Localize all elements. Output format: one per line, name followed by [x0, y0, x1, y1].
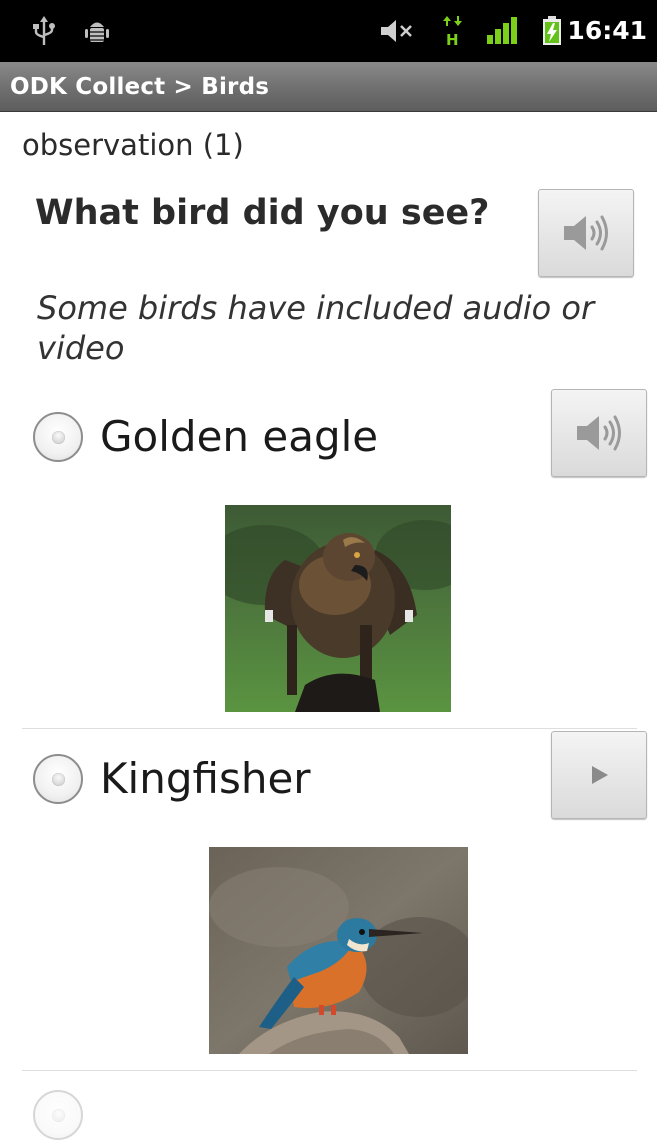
mute-icon [378, 14, 416, 48]
speaker-icon [564, 215, 608, 251]
android-debug-icon [80, 14, 114, 48]
radio-golden-eagle[interactable] [33, 412, 83, 462]
radio-next-choice[interactable] [33, 1090, 83, 1140]
question-audio-button[interactable] [538, 189, 634, 277]
group-label: observation (1) [22, 128, 244, 162]
golden-eagle-image[interactable] [225, 505, 451, 712]
choice-label-kingfisher[interactable]: Kingfisher [100, 754, 311, 803]
kingfisher-image[interactable] [209, 847, 468, 1054]
battery-charging-icon [540, 14, 564, 48]
clock: 16:41 [567, 16, 647, 45]
usb-icon [30, 14, 58, 48]
choice-label-golden-eagle[interactable]: Golden eagle [100, 412, 378, 461]
hspa-data-icon: H [440, 14, 466, 48]
play-icon [592, 766, 608, 784]
question-text: What bird did you see? [35, 193, 490, 233]
kingfisher-video-button[interactable] [551, 731, 647, 819]
title-bar: ODK Collect > Birds [0, 62, 657, 112]
speaker-icon [577, 415, 621, 451]
radio-kingfisher[interactable] [33, 754, 83, 804]
choice-divider [22, 1070, 637, 1071]
signal-icon [485, 14, 521, 48]
status-bar: H 16:41 [0, 0, 657, 62]
golden-eagle-audio-button[interactable] [551, 389, 647, 477]
question-hint: Some birds have included audio or video [37, 289, 595, 367]
app-title: ODK Collect > Birds [10, 74, 270, 100]
choice-divider [22, 728, 637, 729]
svg-text:H: H [446, 31, 459, 46]
